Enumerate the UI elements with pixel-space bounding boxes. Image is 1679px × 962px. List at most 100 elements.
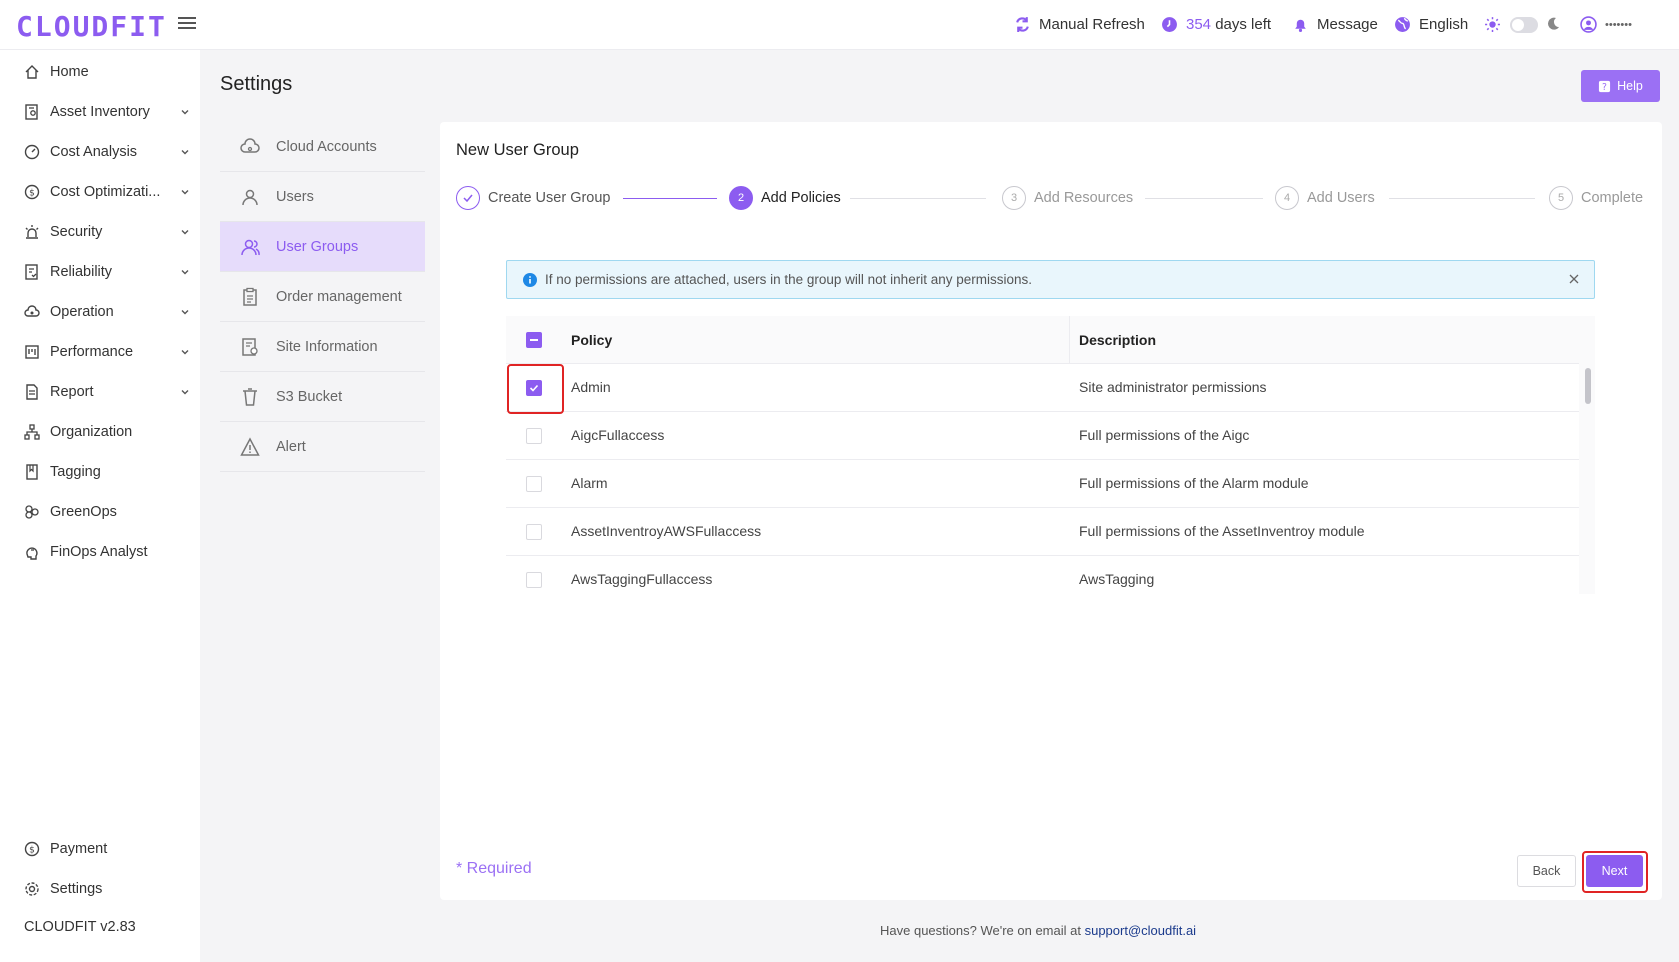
days-left-label: days left [1215,16,1272,33]
cloud-gear-icon [24,305,40,317]
sidebar-item-report[interactable]: Report [24,380,190,404]
brain-icon [26,547,38,560]
table-header: Policy Description [506,316,1579,364]
user-icon [242,189,258,205]
row-checkbox[interactable] [526,428,542,444]
settings-item-user-groups[interactable]: User Groups [220,222,425,272]
row-checkbox[interactable] [526,572,542,588]
step-add-resources: 3 Add Resources [1002,186,1133,210]
help-label: Help [1617,79,1643,93]
step-number: 3 [1002,186,1026,210]
document-check-icon [25,264,38,280]
table-row[interactable]: AwsTaggingFullaccess AwsTagging [506,556,1579,594]
step-connector [1145,198,1263,199]
warning-icon [240,436,260,456]
chevron-down-icon [181,230,189,235]
step-complete: 5 Complete [1549,186,1643,210]
table-row[interactable]: Alarm Full permissions of the Alarm modu… [506,460,1579,508]
moon-icon[interactable] [1545,16,1561,32]
chevron-down-icon [181,110,189,115]
step-number: 5 [1549,186,1573,210]
home-icon [25,65,39,79]
settings-item-alert[interactable]: Alert [220,422,425,472]
org-chart-icon [24,424,40,440]
footer-text: Have questions? We're on email at [880,923,1081,938]
step-done-icon [456,186,480,210]
sidebar-item-home[interactable]: Home [24,60,190,84]
help-button[interactable]: ? Help [1581,70,1660,102]
back-button[interactable]: Back [1517,855,1576,887]
days-count: 354 [1186,16,1212,33]
sidebar: Home Asset Inventory Cost Analysis $ Cos… [0,50,200,962]
manual-refresh-label: Manual Refresh [1039,16,1145,33]
table-scrollbar[interactable] [1579,316,1595,594]
theme-toggle[interactable] [1510,17,1538,33]
column-header-description: Description [1079,332,1157,348]
sidebar-item-payment[interactable]: $ Payment [24,837,190,861]
chevron-down-icon [181,310,189,315]
app-version: CLOUDFIT v2.83 [24,919,136,935]
sidebar-item-organization[interactable]: Organization [24,420,190,444]
info-text: If no permissions are attached, users in… [545,272,1032,287]
table-row[interactable]: AssetInventroyAWSFullaccess Full permiss… [506,508,1579,556]
step-connector [1389,198,1535,199]
top-bar: CLOUDFIT Manual Refresh 354 days left Me… [0,0,1679,50]
logo[interactable]: CLOUDFIT [16,10,167,43]
settings-item-s3-bucket[interactable]: S3 Bucket [220,372,425,422]
username: ••••••• [1605,18,1632,31]
table-row[interactable]: Admin Site administrator permissions [506,364,1579,412]
language-selector[interactable]: English [1394,16,1468,33]
required-note: * Required [456,860,532,877]
bell-icon [1295,19,1306,32]
sidebar-item-reliability[interactable]: Reliability [24,260,190,284]
menu-toggle-icon[interactable] [178,14,196,32]
settings-item-cloud-accounts[interactable]: Cloud Accounts [220,122,425,172]
dollar-icon: $ [24,184,40,200]
sidebar-item-settings[interactable]: Settings [24,877,190,901]
cloud-icon [240,137,260,153]
user-menu[interactable]: ••••••• [1580,16,1632,33]
sidebar-item-tagging[interactable]: Tagging [24,460,190,484]
help-icon: ? [1599,80,1611,93]
message-button[interactable]: Message [1292,16,1378,33]
svg-text:$: $ [29,189,35,199]
close-icon[interactable] [1568,273,1580,285]
select-all-checkbox[interactable] [526,332,542,348]
settings-item-users[interactable]: Users [220,172,425,222]
step-number: 4 [1275,186,1299,210]
sun-icon[interactable] [1484,16,1501,33]
table-row[interactable]: AigcFullaccess Full permissions of the A… [506,412,1579,460]
sidebar-item-greenops[interactable]: GreenOps [24,500,190,524]
sidebar-item-cost-optimization[interactable]: $ Cost Optimizati... [24,180,190,204]
site-doc-icon [242,337,258,356]
clock-icon [1162,17,1177,32]
settings-item-order-management[interactable]: Order management [220,272,425,322]
sidebar-item-security[interactable]: Security [24,220,190,244]
column-header-policy: Policy [571,332,613,348]
sidebar-item-performance[interactable]: Performance [24,340,190,364]
avatar-icon [1580,16,1597,33]
dollar-icon: $ [24,841,40,857]
chevron-down-icon [181,270,189,275]
support-email-link[interactable]: support@cloudfit.ai [1085,923,1196,938]
sidebar-item-cost-analysis[interactable]: Cost Analysis [24,140,190,164]
sidebar-item-operation[interactable]: Operation [24,300,190,324]
step-add-users: 4 Add Users [1275,186,1375,210]
new-user-group-card: New User Group Create User Group 2 Add P… [440,122,1662,900]
sidebar-item-asset-inventory[interactable]: Asset Inventory [24,100,190,124]
step-connector [850,198,986,199]
policy-table: Policy Description Admin Site administra… [506,316,1595,594]
row-checkbox[interactable] [526,524,542,540]
report-icon [26,384,38,400]
row-checkbox[interactable] [526,476,542,492]
refresh-icon [1016,17,1029,32]
card-title: New User Group [456,141,579,159]
gear-icon [25,882,39,896]
scroll-thumb[interactable] [1585,368,1591,404]
sidebar-item-finops-analyst[interactable]: FinOps Analyst [24,540,190,564]
settings-item-site-information[interactable]: Site Information [220,322,425,372]
step-create-user-group: Create User Group [456,186,611,210]
manual-refresh-button[interactable]: Manual Refresh [1014,16,1145,33]
alarm-light-icon [25,225,39,239]
language-label: English [1419,16,1469,33]
